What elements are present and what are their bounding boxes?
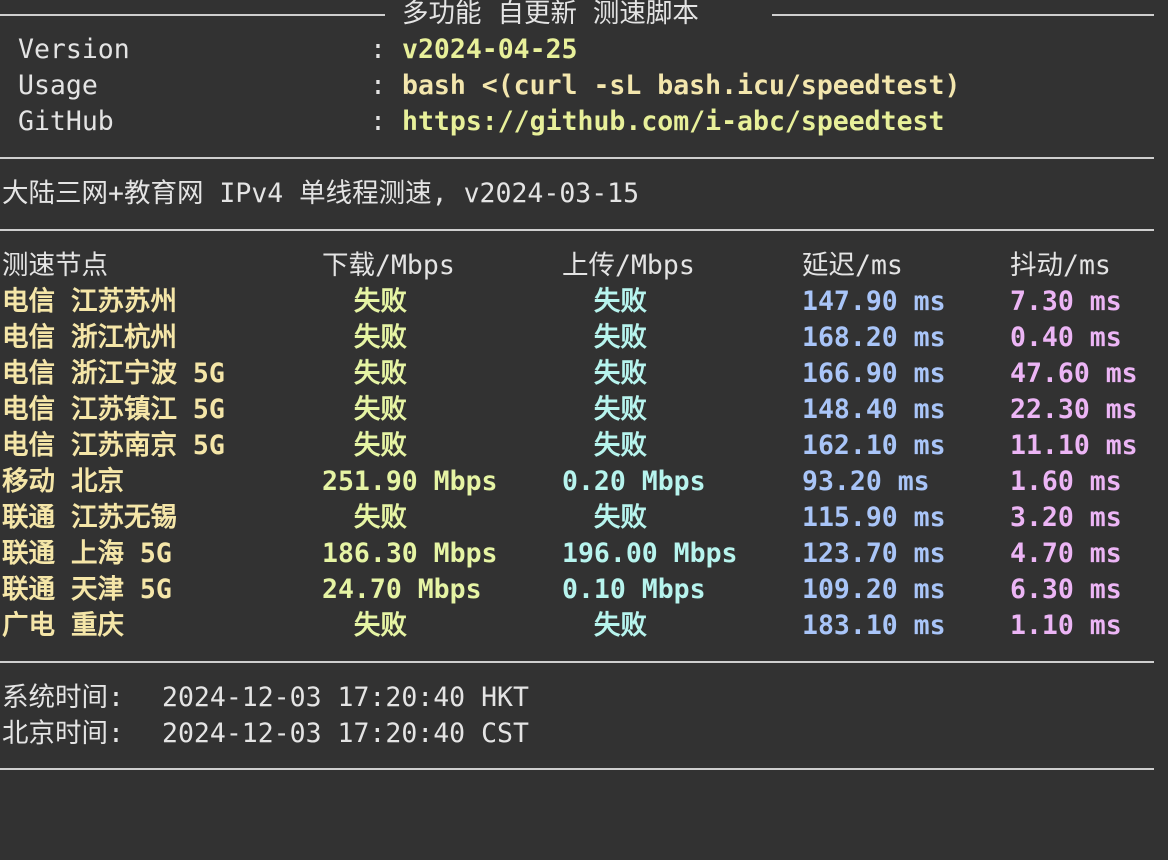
beijing-time-line: 北京时间: 2024-12-03 17:20:40 CST [0, 716, 1168, 752]
download-speed: 失败 [322, 430, 407, 461]
table-row: 电信 浙江杭州 失败 失败 168.20 ms 0.40 ms [0, 320, 1168, 356]
table-row: 联通 上海 5G 186.30 Mbps 196.00 Mbps 123.70 … [0, 536, 1168, 572]
latency-value: 168.20 ms [802, 322, 946, 353]
node-name: 广电 重庆 [2, 610, 124, 641]
info-separator: : [370, 106, 386, 137]
table-row: 电信 江苏镇江 5G 失败 失败 148.40 ms 22.30 ms [0, 392, 1168, 428]
jitter-value: 22.30 ms [1010, 394, 1138, 425]
upload-speed: 失败 [562, 502, 647, 533]
jitter-value: 1.60 ms [1010, 466, 1122, 497]
upload-speed: 失败 [562, 394, 647, 425]
upload-speed: 0.10 Mbps [562, 574, 706, 605]
info-version: Version : v2024-04-25 [0, 32, 1168, 68]
system-time-label: 系统时间: [2, 682, 124, 713]
terminal-window: 多功能 自更新 测速脚本 Version : v2024-04-25 Usage… [0, 0, 1168, 778]
jitter-value: 0.40 ms [1010, 322, 1122, 353]
system-time-line: 系统时间: 2024-12-03 17:20:40 HKT [0, 680, 1168, 716]
download-speed: 失败 [322, 358, 407, 389]
node-name: 移动 北京 [2, 466, 124, 497]
latency-value: 166.90 ms [802, 358, 946, 389]
col-header-latency: 延迟/ms [802, 250, 903, 281]
download-speed: 失败 [322, 322, 407, 353]
subtitle-line: 大陆三网+教育网 IPv4 单线程测速, v2024-03-15 [0, 176, 1168, 212]
beijing-time-label: 北京时间: [2, 718, 124, 749]
node-name: 电信 浙江杭州 [2, 322, 177, 353]
upload-speed: 失败 [562, 358, 647, 389]
info-label: Version [18, 34, 130, 65]
info-label: GitHub [18, 106, 114, 137]
info-github: GitHub : https://github.com/i-abc/speedt… [0, 104, 1168, 140]
latency-value: 148.40 ms [802, 394, 946, 425]
col-header-node: 测速节点 [2, 250, 108, 281]
latency-value: 109.20 ms [802, 574, 946, 605]
jitter-value: 7.30 ms [1010, 286, 1122, 317]
upload-speed: 196.00 Mbps [562, 538, 738, 569]
divider [772, 14, 1154, 16]
node-name: 联通 上海 5G [2, 538, 172, 569]
node-name: 电信 江苏南京 5G [2, 430, 225, 461]
jitter-value: 11.10 ms [1010, 430, 1138, 461]
divider [0, 157, 1154, 159]
download-speed: 失败 [322, 394, 407, 425]
usage-command[interactable]: bash <(curl -sL bash.icu/speedtest) [402, 68, 960, 104]
script-title: 多功能 自更新 测速脚本 [402, 0, 699, 29]
download-speed: 24.70 Mbps [322, 574, 482, 605]
col-header-download: 下载/Mbps [322, 250, 455, 281]
beijing-time-value: 2024-12-03 17:20:40 CST [162, 718, 529, 749]
latency-value: 183.10 ms [802, 610, 946, 641]
download-speed: 失败 [322, 286, 407, 317]
download-speed: 失败 [322, 610, 407, 641]
system-time-value: 2024-12-03 17:20:40 HKT [162, 682, 529, 713]
col-header-upload: 上传/Mbps [562, 250, 695, 281]
upload-speed: 失败 [562, 322, 647, 353]
jitter-value: 1.10 ms [1010, 610, 1122, 641]
latency-value: 115.90 ms [802, 502, 946, 533]
download-speed: 251.90 Mbps [322, 466, 498, 497]
upload-speed: 失败 [562, 286, 647, 317]
info-separator: : [370, 34, 386, 65]
divider [0, 661, 1154, 663]
table-row: 广电 重庆 失败 失败 183.10 ms 1.10 ms [0, 608, 1168, 644]
node-name: 电信 浙江宁波 5G [2, 358, 225, 389]
upload-speed: 失败 [562, 610, 647, 641]
col-header-jitter: 抖动/ms [1010, 250, 1111, 281]
table-header: 测速节点 下载/Mbps 上传/Mbps 延迟/ms 抖动/ms [0, 248, 1168, 284]
table-row: 联通 天津 5G 24.70 Mbps 0.10 Mbps 109.20 ms … [0, 572, 1168, 608]
table-row: 联通 江苏无锡 失败 失败 115.90 ms 3.20 ms [0, 500, 1168, 536]
jitter-value: 47.60 ms [1010, 358, 1138, 389]
latency-value: 93.20 ms [802, 466, 930, 497]
info-usage: Usage : bash <(curl -sL bash.icu/speedte… [0, 68, 1168, 104]
github-link[interactable]: https://github.com/i-abc/speedtest [402, 104, 944, 140]
info-separator: : [370, 70, 386, 101]
latency-value: 162.10 ms [802, 430, 946, 461]
node-name: 电信 江苏苏州 [2, 286, 177, 317]
jitter-value: 4.70 ms [1010, 538, 1122, 569]
latency-value: 123.70 ms [802, 538, 946, 569]
table-row: 电信 浙江宁波 5G 失败 失败 166.90 ms 47.60 ms [0, 356, 1168, 392]
table-row: 电信 江苏苏州 失败 失败 147.90 ms 7.30 ms [0, 284, 1168, 320]
header-line: 多功能 自更新 测速脚本 [0, 0, 1168, 32]
info-label: Usage [18, 70, 98, 101]
version-value: v2024-04-25 [402, 34, 578, 65]
download-speed: 186.30 Mbps [322, 538, 498, 569]
node-name: 电信 江苏镇江 5G [2, 394, 225, 425]
table-row: 电信 江苏南京 5G 失败 失败 162.10 ms 11.10 ms [0, 428, 1168, 464]
jitter-value: 3.20 ms [1010, 502, 1122, 533]
table-row: 移动 北京 251.90 Mbps 0.20 Mbps 93.20 ms 1.6… [0, 464, 1168, 500]
divider [0, 768, 1154, 770]
latency-value: 147.90 ms [802, 286, 946, 317]
node-name: 联通 江苏无锡 [2, 502, 177, 533]
download-speed: 失败 [322, 502, 407, 533]
divider [0, 229, 1154, 231]
test-subtitle: 大陆三网+教育网 IPv4 单线程测速, v2024-03-15 [2, 178, 640, 209]
node-name: 联通 天津 5G [2, 574, 172, 605]
jitter-value: 6.30 ms [1010, 574, 1122, 605]
upload-speed: 失败 [562, 430, 647, 461]
upload-speed: 0.20 Mbps [562, 466, 706, 497]
